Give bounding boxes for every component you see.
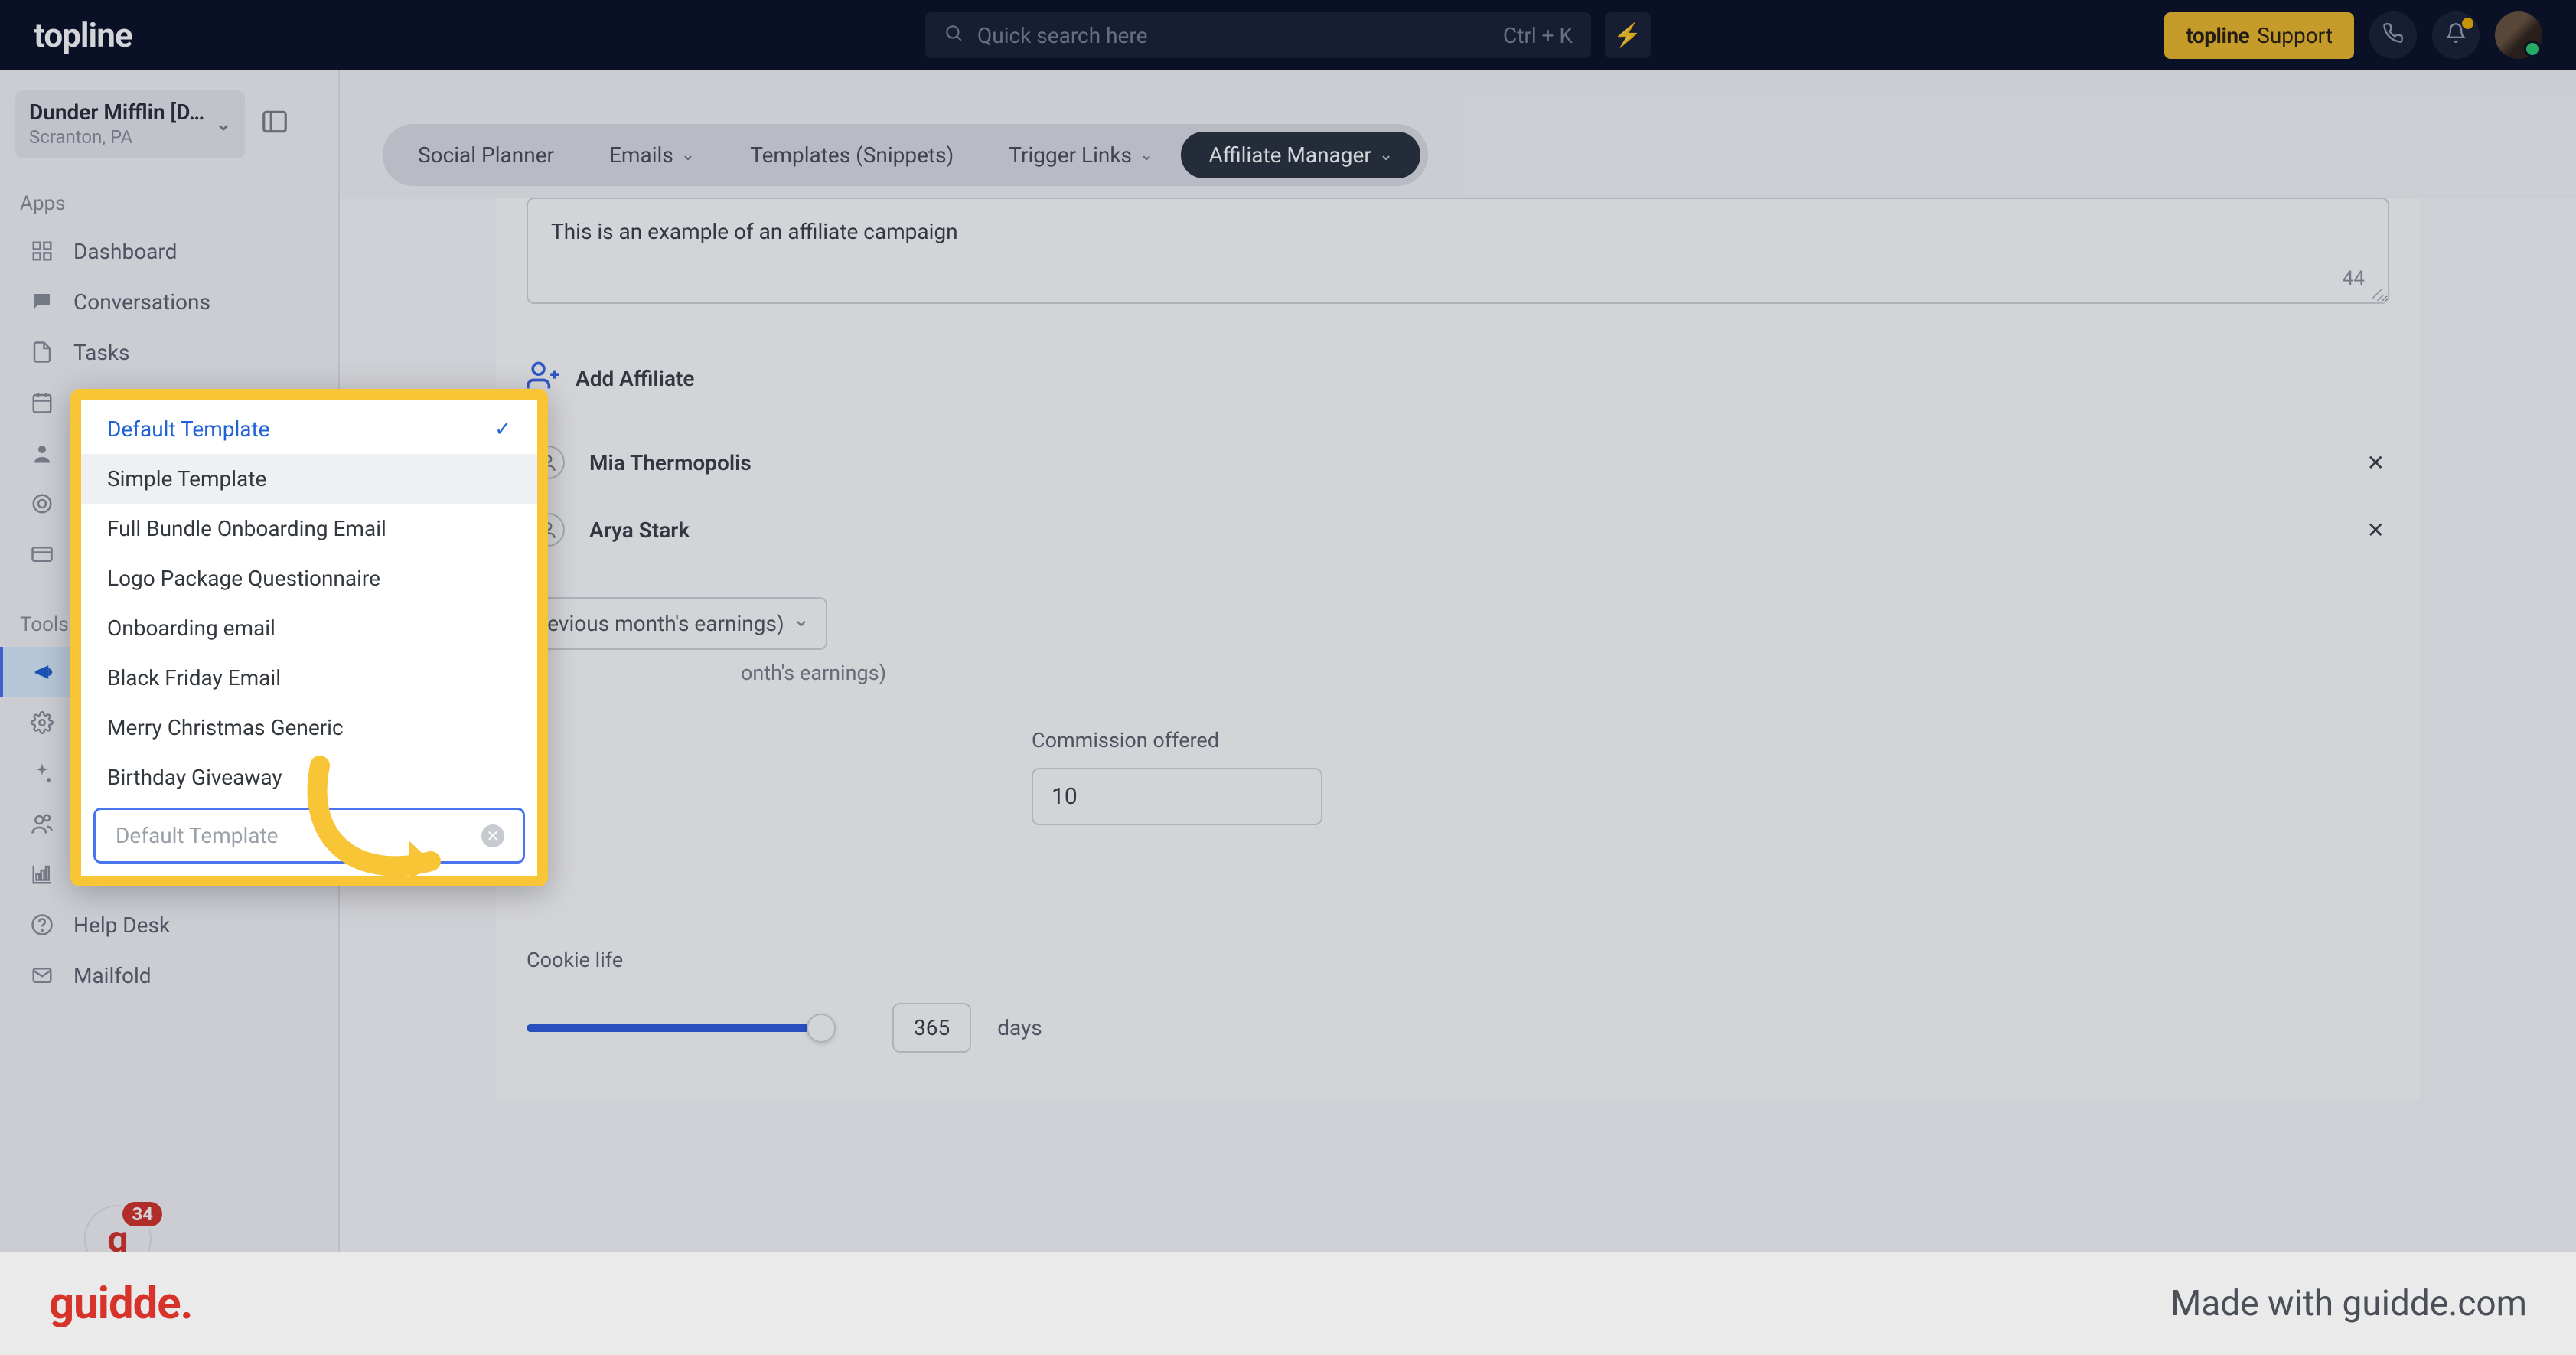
template-option[interactable]: Black Friday Email <box>81 653 537 703</box>
check-icon: ✓ <box>494 418 511 441</box>
annotation-arrow <box>289 750 488 903</box>
option-label: Simple Template <box>107 466 266 491</box>
template-option[interactable]: Full Bundle Onboarding Email <box>81 504 537 553</box>
template-option[interactable]: Logo Package Questionnaire <box>81 553 537 603</box>
option-label: Logo Package Questionnaire <box>107 566 380 591</box>
template-option[interactable]: Default Template ✓ <box>81 404 537 454</box>
option-label: Onboarding email <box>107 615 276 641</box>
option-label: Default Template <box>107 416 270 442</box>
footer: guidde. Made with guidde.com <box>0 1252 2576 1355</box>
made-with-label: Made with guidde.com <box>2170 1283 2527 1324</box>
option-label: Full Bundle Onboarding Email <box>107 516 386 541</box>
template-option[interactable]: Onboarding email <box>81 603 537 653</box>
template-option[interactable]: Merry Christmas Generic <box>81 703 537 753</box>
guidde-logo: guidde. <box>49 1282 192 1326</box>
option-label: Birthday Giveaway <box>107 765 282 790</box>
template-option[interactable]: Simple Template <box>81 454 537 504</box>
dropdown-list[interactable]: Default Template ✓ Simple Template Full Bun… <box>81 400 537 800</box>
option-label: Merry Christmas Generic <box>107 715 344 740</box>
option-label: Black Friday Email <box>107 665 281 691</box>
